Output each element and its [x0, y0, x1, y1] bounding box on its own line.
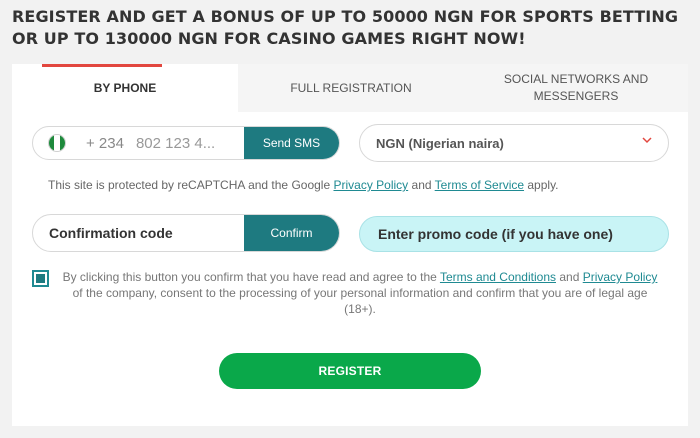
- tab-social-networks[interactable]: SOCIAL NETWORKS AND MESSENGERS: [464, 64, 688, 112]
- page-title: REGISTER AND GET A BONUS OF UP TO 50000 …: [12, 7, 679, 48]
- phone-input[interactable]: [135, 134, 236, 152]
- recaptcha-notice: This site is protected by reCAPTCHA and …: [48, 178, 559, 192]
- confirm-button[interactable]: Confirm: [244, 215, 339, 251]
- registration-panel: BY PHONE FULL REGISTRATION SOCIAL NETWOR…: [12, 64, 688, 426]
- terms-of-service-link[interactable]: Terms of Service: [435, 178, 524, 192]
- phone-country-code: + 234: [86, 134, 124, 152]
- agreement-checkbox[interactable]: [32, 270, 49, 287]
- currency-select[interactable]: NGN (Nigerian naira): [359, 124, 669, 162]
- send-sms-button[interactable]: Send SMS: [244, 127, 339, 159]
- tab-by-phone[interactable]: BY PHONE: [12, 64, 238, 112]
- phone-field: + 234 Send SMS: [32, 126, 340, 160]
- checkbox-checked-icon: [36, 274, 45, 283]
- registration-tabs: BY PHONE FULL REGISTRATION SOCIAL NETWOR…: [12, 64, 688, 112]
- nigeria-flag-icon[interactable]: [48, 134, 66, 152]
- chevron-down-icon: [642, 136, 652, 147]
- promo-code-field: [359, 216, 669, 252]
- tab-full-registration[interactable]: FULL REGISTRATION: [238, 64, 464, 112]
- privacy-policy-link[interactable]: Privacy Policy: [333, 178, 408, 192]
- promo-code-input[interactable]: [378, 226, 638, 242]
- terms-and-conditions-link[interactable]: Terms and Conditions: [440, 270, 556, 284]
- currency-value: NGN (Nigerian naira): [376, 135, 504, 151]
- confirmation-code-input[interactable]: [49, 225, 229, 241]
- register-button[interactable]: REGISTER: [219, 353, 481, 389]
- agreement-text: By clicking this button you confirm that…: [62, 270, 658, 316]
- company-privacy-policy-link[interactable]: Privacy Policy: [583, 270, 658, 284]
- confirmation-code-field: Confirm: [32, 214, 340, 252]
